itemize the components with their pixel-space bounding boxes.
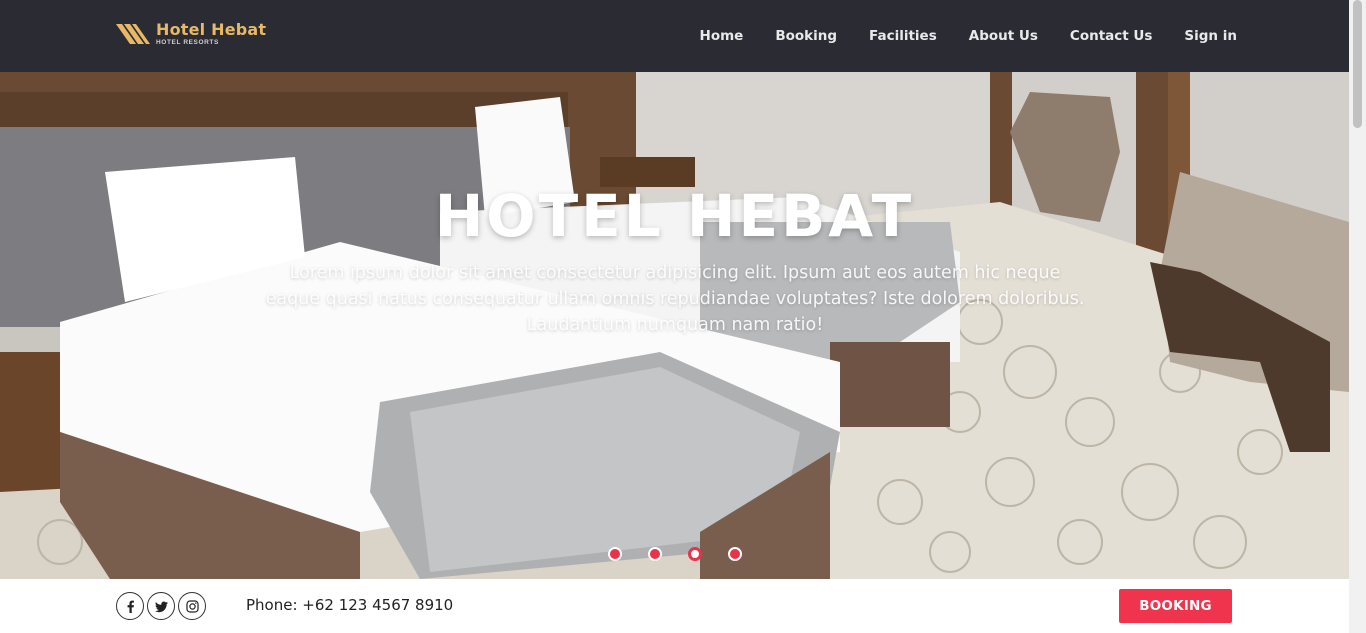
carousel-dot-1[interactable] [607, 547, 622, 561]
facebook-link[interactable] [116, 592, 144, 620]
hero-description: Lorem ipsum dolor sit amet consectetur a… [265, 263, 1085, 335]
page-scrollbar[interactable] [1349, 0, 1366, 633]
brand-name: Hotel Hebat [156, 20, 267, 39]
booking-button[interactable]: BOOKING [1119, 589, 1232, 623]
twitter-icon [154, 601, 168, 612]
social-links [116, 592, 206, 620]
contact-bar: Phone: +62 123 4567 8910 BOOKING [0, 579, 1349, 633]
nav-facilities[interactable]: Facilities [853, 28, 953, 44]
carousel-indicators [0, 547, 1349, 561]
instagram-icon [185, 599, 199, 613]
scrollbar-thumb[interactable] [1353, 0, 1362, 128]
main-nav: Home Booking Facilities About Us Contact… [684, 0, 1237, 72]
carousel-dot-4[interactable] [727, 547, 742, 561]
nav-booking[interactable]: Booking [759, 28, 853, 44]
brand-logo-link[interactable]: Hotel Hebat HOTEL RESORTS [116, 22, 266, 47]
facebook-icon [127, 600, 134, 613]
hero-title: HOTEL HEBAT [434, 182, 915, 250]
hotel-logo-icon [116, 24, 150, 44]
twitter-link[interactable] [147, 592, 175, 620]
brand-tagline: HOTEL RESORTS [156, 39, 219, 46]
hero-carousel: HOTEL HEBAT Lorem ipsum dolor sit amet c… [0, 72, 1349, 579]
nav-contact-us[interactable]: Contact Us [1054, 28, 1169, 44]
carousel-dot-2[interactable] [647, 547, 662, 561]
carousel-dot-3[interactable] [687, 547, 702, 561]
instagram-link[interactable] [178, 592, 206, 620]
phone-number: Phone: +62 123 4567 8910 [246, 596, 454, 614]
nav-about-us[interactable]: About Us [953, 28, 1054, 44]
top-navbar: Hotel Hebat HOTEL RESORTS Home Booking F… [0, 0, 1349, 72]
nav-sign-in[interactable]: Sign in [1168, 28, 1237, 44]
nav-home[interactable]: Home [684, 28, 760, 44]
